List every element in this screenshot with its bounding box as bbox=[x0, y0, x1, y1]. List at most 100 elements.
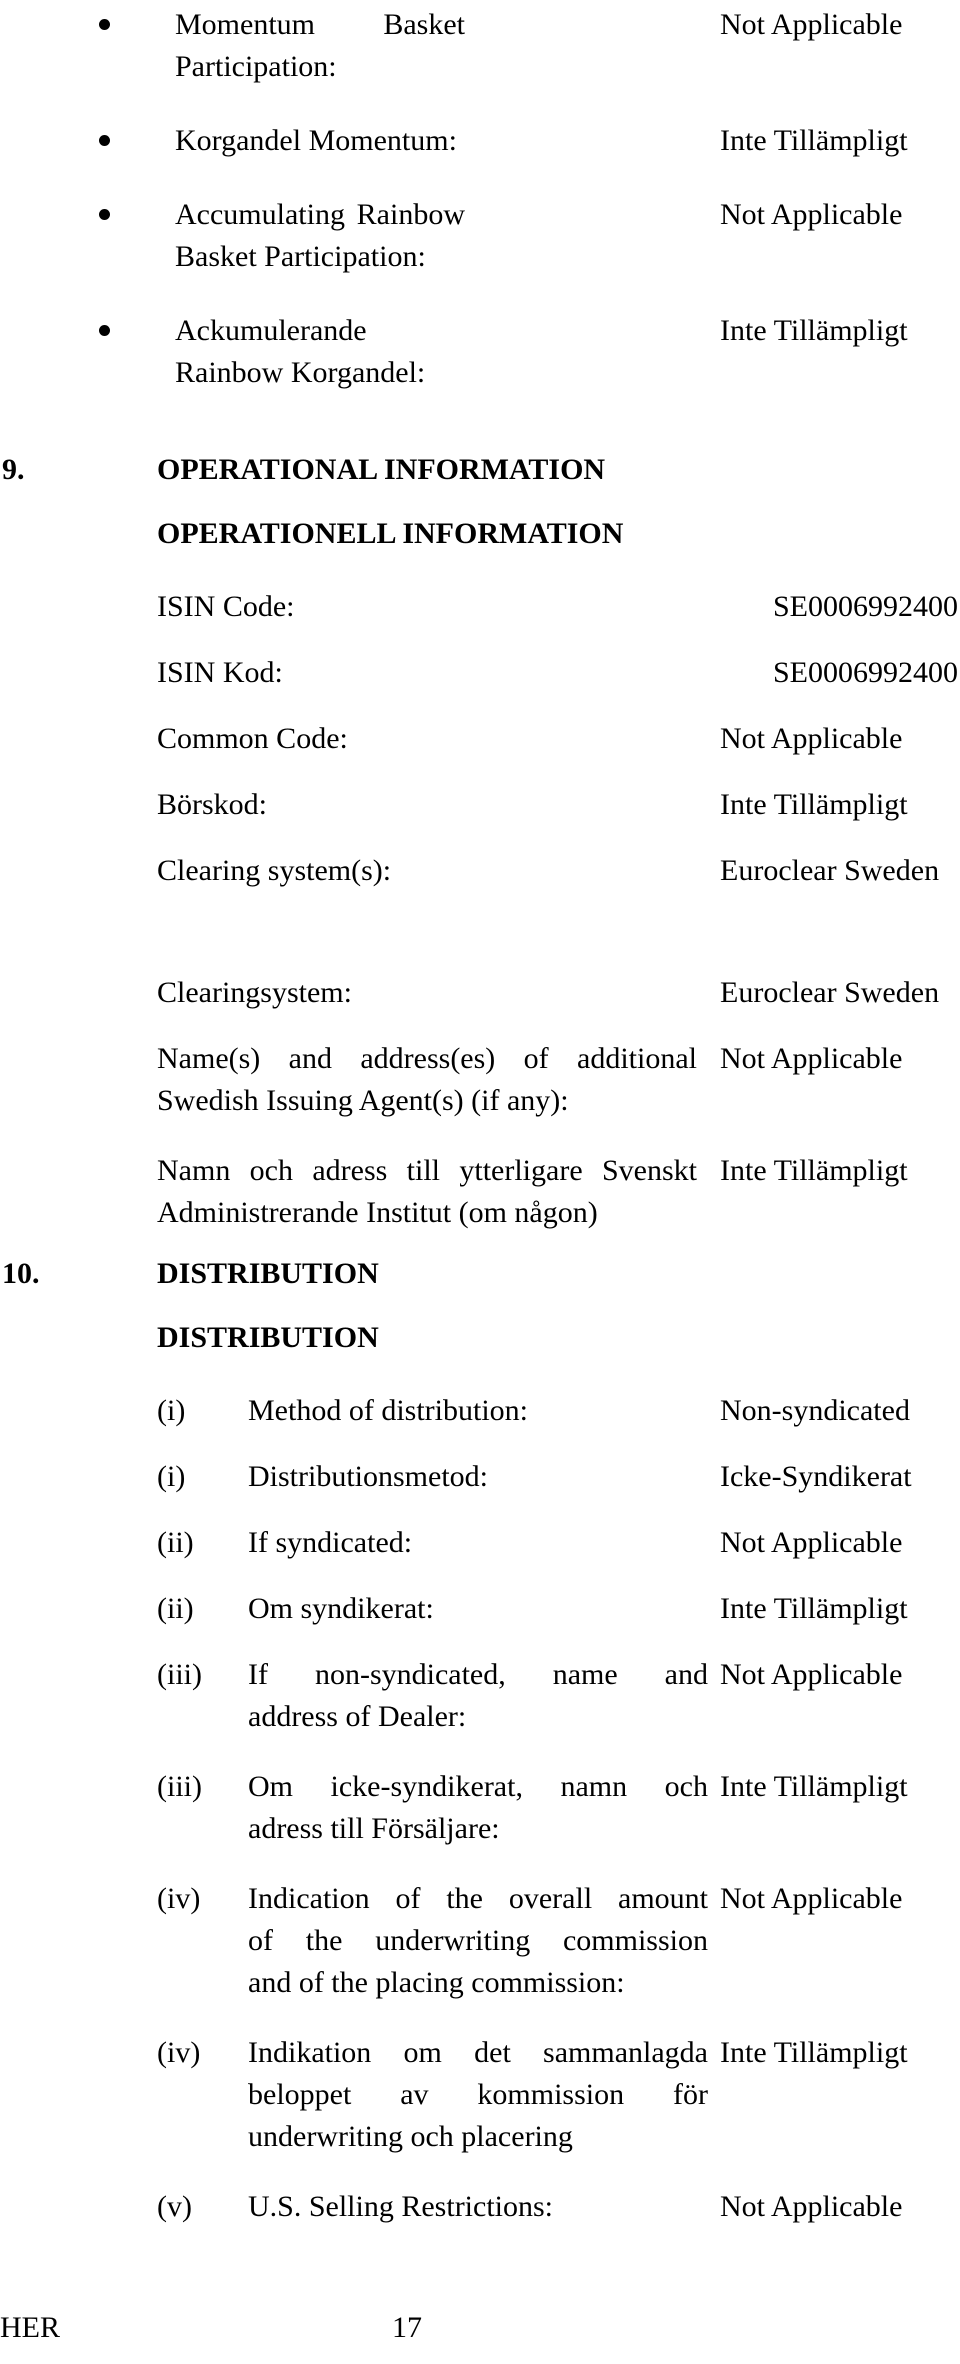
field-value: SE0006992400 bbox=[772, 590, 958, 623]
section-number: 9. bbox=[2, 453, 25, 486]
section-number: 10. bbox=[2, 1257, 40, 1290]
field-value: Euroclear Sweden bbox=[720, 976, 940, 1009]
bullet-value: Not Applicable bbox=[720, 198, 903, 231]
field-row-borskod: Börskod: Inte Tillämpligt bbox=[0, 784, 960, 826]
item-label-line-1: If non-syndicated, name and bbox=[248, 1658, 708, 1691]
bullet-marker bbox=[0, 120, 175, 160]
field-value: SE0006992400 bbox=[772, 656, 958, 689]
bullet-marker bbox=[0, 4, 175, 44]
item-label-line-2: address of Dealer: bbox=[248, 1700, 467, 1733]
field-label-line-1: Namn och adress till ytterligare Svenskt bbox=[157, 1154, 697, 1187]
item-roman-numeral: (ii) bbox=[157, 1526, 194, 1559]
section-heading-en: DISTRIBUTION bbox=[157, 1257, 379, 1290]
bullet-row: Accumulating Rainbow Basket Participatio… bbox=[0, 194, 960, 278]
section-heading-en: OPERATIONAL INFORMATION bbox=[157, 453, 606, 486]
item-value: Inte Tillämpligt bbox=[720, 1770, 908, 1803]
item-label-line-1: Indikation om det sammanlagda bbox=[248, 2036, 708, 2069]
bullet-marker bbox=[0, 194, 175, 234]
distribution-item-us-selling-restrictions: (v) U.S. Selling Restrictions: Not Appli… bbox=[0, 2186, 960, 2228]
field-value: Inte Tillämpligt bbox=[720, 1154, 908, 1187]
section-heading-sv: DISTRIBUTION bbox=[157, 1321, 379, 1354]
item-value: Icke-Syndikerat bbox=[720, 1460, 912, 1493]
bullet-value: Inte Tillämpligt bbox=[720, 124, 908, 157]
distribution-item-dealer-sv: (iii) Om icke-syndikerat, namn och adres… bbox=[0, 1766, 960, 1850]
section-heading-row: 10. DISTRIBUTION bbox=[0, 1254, 960, 1294]
bullet-label: Accumulating Rainbow Basket Participatio… bbox=[175, 198, 465, 273]
field-label: Clearingsystem: bbox=[157, 976, 352, 1009]
field-label: Clearing system(s): bbox=[157, 854, 392, 887]
field-value: Not Applicable bbox=[720, 722, 903, 755]
field-row-swedish-issuing-agent-en: Name(s) and address(es) of additional Sw… bbox=[0, 1038, 960, 1122]
field-value: Not Applicable bbox=[720, 1042, 903, 1075]
field-row-common-code: Common Code: Not Applicable bbox=[0, 718, 960, 760]
distribution-item-if-syndicated-en: (ii) If syndicated: Not Applicable bbox=[0, 1522, 960, 1564]
bullet-value: Inte Tillämpligt bbox=[720, 314, 908, 347]
section-heading-row-sv: DISTRIBUTION bbox=[0, 1318, 960, 1358]
item-roman-numeral: (iii) bbox=[157, 1658, 202, 1691]
field-label-line-2: Swedish Issuing Agent(s) (if any): bbox=[157, 1084, 569, 1117]
field-label: Name(s) and address(es) of additional Sw… bbox=[157, 1038, 697, 1122]
bullet-row: Ackumulerande Rainbow Korgandel: Inte Ti… bbox=[0, 310, 960, 394]
item-label-line-1: Indication of the overall amount bbox=[248, 1882, 708, 1915]
bullet-marker bbox=[0, 310, 175, 350]
section-distribution: 10. DISTRIBUTION DISTRIBUTION (i) Method… bbox=[0, 1254, 960, 2228]
section-heading-row-sv: OPERATIONELL INFORMATION bbox=[0, 514, 960, 554]
field-label: ISIN Code: bbox=[157, 590, 295, 623]
field-row-swedish-issuing-agent-sv: Namn och adress till ytterligare Svenskt… bbox=[0, 1150, 960, 1234]
distribution-item-method-sv: (i) Distributionsmetod: Icke-Syndikerat bbox=[0, 1456, 960, 1498]
field-label-line-1: Name(s) and address(es) of additional bbox=[157, 1042, 697, 1075]
distribution-item-if-syndicated-sv: (ii) Om syndikerat: Inte Tillämpligt bbox=[0, 1588, 960, 1630]
section-operational-information: 9. OPERATIONAL INFORMATION OPERATIONELL … bbox=[0, 450, 960, 1234]
field-label: Börskod: bbox=[157, 788, 268, 821]
item-label: Indication of the overall amount of the … bbox=[248, 1878, 708, 2004]
bullet-row: Momentum Basket Participation: Not Appli… bbox=[0, 4, 960, 88]
field-value: Inte Tillämpligt bbox=[720, 788, 908, 821]
distribution-item-commission-sv: (iv) Indikation om det sammanlagda belop… bbox=[0, 2032, 960, 2158]
item-value: Not Applicable bbox=[720, 1882, 903, 1915]
item-label: Om icke-syndikerat, namn och adress till… bbox=[248, 1766, 708, 1850]
bullet-dot-icon bbox=[99, 19, 110, 30]
item-label-line-3: and of the placing commission: bbox=[248, 1966, 625, 1999]
bullet-label: Momentum Basket Participation: bbox=[175, 8, 465, 83]
bullet-dot-icon bbox=[99, 135, 110, 146]
item-value: Inte Tillämpligt bbox=[720, 1592, 908, 1625]
bullet-value: Not Applicable bbox=[720, 8, 903, 41]
bullet-label: Ackumulerande Rainbow Korgandel: bbox=[175, 314, 426, 389]
distribution-item-commission-en: (iv) Indication of the overall amount of… bbox=[0, 1878, 960, 2004]
item-roman-numeral: (ii) bbox=[157, 1592, 194, 1625]
field-value: Euroclear Sweden bbox=[720, 854, 940, 887]
distribution-item-method-en: (i) Method of distribution: Non-syndicat… bbox=[0, 1390, 960, 1432]
item-label-line-2: of the underwriting commission bbox=[248, 1924, 708, 1957]
item-value: Inte Tillämpligt bbox=[720, 2036, 908, 2069]
page-footer: HER 17 bbox=[0, 2306, 960, 2350]
bullet-dot-icon bbox=[99, 325, 110, 336]
field-label: Common Code: bbox=[157, 722, 348, 755]
item-label: Method of distribution: bbox=[248, 1394, 528, 1427]
item-label: If non-syndicated, name and address of D… bbox=[248, 1654, 708, 1738]
bullet-list-top: Momentum Basket Participation: Not Appli… bbox=[0, 4, 960, 394]
field-row-isin-code: ISIN Code: SE0006992400 bbox=[0, 586, 960, 628]
item-value: Not Applicable bbox=[720, 1526, 903, 1559]
item-roman-numeral: (i) bbox=[157, 1394, 186, 1427]
item-roman-numeral: (iv) bbox=[157, 1882, 201, 1915]
bullet-row: Korgandel Momentum: Inte Tillämpligt bbox=[0, 120, 960, 162]
section-heading-sv: OPERATIONELL INFORMATION bbox=[157, 517, 624, 550]
item-value: Non-syndicated bbox=[720, 1394, 910, 1427]
section-heading-row: 9. OPERATIONAL INFORMATION bbox=[0, 450, 960, 490]
item-roman-numeral: (iii) bbox=[157, 1770, 202, 1803]
